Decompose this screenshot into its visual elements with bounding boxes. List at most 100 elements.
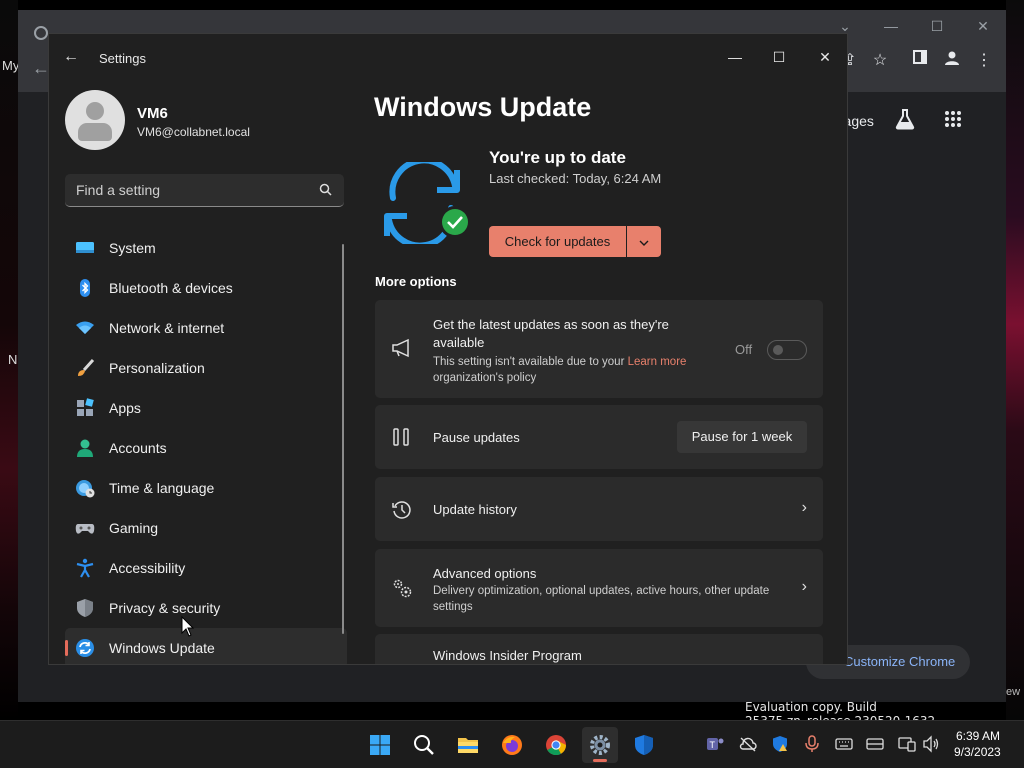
network-ethernet-icon[interactable] <box>866 735 884 753</box>
search-button[interactable] <box>406 727 442 763</box>
labs-flask-icon[interactable] <box>894 108 916 135</box>
page-title: Windows Update <box>374 92 592 122</box>
update-history-card[interactable]: Update history › <box>375 477 823 541</box>
sidebar-item-label: Windows Update <box>109 640 215 656</box>
avatar[interactable] <box>65 90 125 150</box>
close-button[interactable]: ✕ <box>805 42 845 72</box>
sidebar-item-label: Gaming <box>109 520 159 536</box>
paintbrush-icon <box>75 358 95 378</box>
sidebar-item-system[interactable]: System <box>65 228 347 268</box>
bluetooth-icon <box>75 278 95 298</box>
chrome-tab-favicon-icon <box>34 26 48 40</box>
windows-logo-icon <box>369 734 391 756</box>
svg-text:T: T <box>710 740 716 750</box>
chrome-profile-icon[interactable] <box>940 50 964 71</box>
sidebar-item-label: Bluetooth & devices <box>109 280 233 296</box>
sidebar-item-bluetooth[interactable]: Bluetooth & devices <box>65 268 347 308</box>
pause-icon <box>391 427 411 452</box>
search-icon[interactable] <box>319 183 332 201</box>
insider-program-card[interactable]: Windows Insider Program <box>375 634 823 664</box>
taskbar: T <box>0 720 1024 768</box>
gear-icon <box>589 734 611 756</box>
user-email: VM6@collabnet.local <box>137 125 250 139</box>
latest-updates-toggle[interactable] <box>767 340 807 360</box>
chrome-close-button[interactable]: ✕ <box>968 18 998 35</box>
globe-clock-icon <box>75 478 95 498</box>
chrome-bookmark-star-icon[interactable]: ☆ <box>868 50 892 70</box>
desktop-icon-label[interactable]: N <box>8 352 17 367</box>
update-history-title: Update history <box>433 502 517 517</box>
sidebar-item-label: System <box>109 240 156 256</box>
minimize-button[interactable]: — <box>715 42 755 72</box>
pause-for-1-week-button[interactable]: Pause for 1 week <box>677 421 807 453</box>
cloud-off-icon[interactable] <box>739 735 757 753</box>
mouse-cursor-icon <box>181 615 195 643</box>
sidebar-item-gaming[interactable]: Gaming <box>65 508 347 548</box>
keyboard-icon[interactable] <box>835 735 853 753</box>
clock-date[interactable]: 9/3/2023 <box>954 745 1001 759</box>
toggle-state-label: Off <box>735 342 753 357</box>
gamepad-icon <box>75 518 95 538</box>
gears-icon <box>391 577 413 604</box>
sidebar-item-label: Accounts <box>109 440 167 456</box>
search-input[interactable] <box>65 174 305 206</box>
chrome-minimize-button[interactable]: — <box>876 18 906 34</box>
sidebar-item-accounts[interactable]: Accounts <box>65 428 347 468</box>
advanced-options-title: Advanced options <box>433 566 537 581</box>
chrome-maximize-button[interactable]: ☐ <box>922 18 952 35</box>
microphone-icon[interactable] <box>803 735 821 753</box>
latest-updates-description: This setting isn't available due to your… <box>433 354 733 386</box>
selected-indicator <box>65 640 68 656</box>
learn-more-link[interactable]: Learn more <box>628 356 687 368</box>
clock-time[interactable]: 6:39 AM <box>956 729 1000 743</box>
sidebar-scrollbar[interactable] <box>342 244 344 634</box>
window-title: Settings <box>99 51 146 66</box>
desktop-icon-label[interactable]: My <box>2 58 19 73</box>
check-for-updates-button[interactable]: Check for updates <box>489 226 626 257</box>
latest-updates-card: Get the latest updates as soon as they'r… <box>375 300 823 398</box>
settings-button[interactable] <box>582 727 618 763</box>
file-explorer-button[interactable] <box>450 727 486 763</box>
firefox-icon <box>501 734 523 756</box>
advanced-options-desc: Delivery optimization, optional updates,… <box>433 585 770 613</box>
google-apps-icon[interactable] <box>944 110 962 133</box>
sidebar-item-personalization[interactable]: Personalization <box>65 348 347 388</box>
security-warning-icon[interactable] <box>771 735 789 753</box>
sidebar-item-accessibility[interactable]: Accessibility <box>65 548 347 588</box>
chevron-right-icon: › <box>801 578 807 595</box>
chrome-side-panel-icon[interactable] <box>908 50 932 69</box>
sidebar-item-label: Time & language <box>109 480 215 496</box>
customize-chrome-label: Customize Chrome <box>844 654 956 669</box>
volume-icon[interactable] <box>922 735 940 753</box>
sidebar-item-label: Personalization <box>109 360 205 376</box>
chrome-menu-icon[interactable]: ⋮ <box>972 50 996 70</box>
active-app-indicator <box>593 759 607 762</box>
sidebar-item-privacy[interactable]: Privacy & security <box>65 588 347 628</box>
check-updates-dropdown-button[interactable] <box>627 226 661 257</box>
sidebar-item-network[interactable]: Network & internet <box>65 308 347 348</box>
start-button[interactable] <box>362 727 398 763</box>
title-bar: ← Settings — ☐ ✕ <box>49 34 847 82</box>
chevron-right-icon: › <box>801 499 807 516</box>
user-name: VM6 <box>137 105 168 122</box>
back-arrow-icon[interactable]: ← <box>63 48 79 66</box>
chrome-button[interactable] <box>538 727 574 763</box>
sidebar-item-label: Accessibility <box>109 560 186 576</box>
sidebar-item-time-language[interactable]: Time & language <box>65 468 347 508</box>
sidebar-item-windows-update[interactable]: Windows Update <box>65 628 347 664</box>
display-icon[interactable] <box>898 735 916 753</box>
windows-update-icon <box>75 638 95 658</box>
maximize-button[interactable]: ☐ <box>759 42 799 72</box>
firefox-button[interactable] <box>494 727 530 763</box>
desktop-wallpaper-right <box>1006 0 1024 720</box>
megaphone-icon <box>391 338 413 363</box>
insider-program-title: Windows Insider Program <box>433 648 582 663</box>
chrome-icon <box>545 734 567 756</box>
sidebar-item-label: Apps <box>109 400 141 416</box>
latest-updates-title: Get the latest updates as soon as they'r… <box>433 317 669 350</box>
sidebar-item-apps[interactable]: Apps <box>65 388 347 428</box>
defender-button[interactable] <box>626 727 662 763</box>
teams-icon[interactable]: T <box>706 735 724 753</box>
advanced-options-card[interactable]: Advanced options Delivery optimization, … <box>375 549 823 627</box>
update-status-title: You're up to date <box>489 148 626 167</box>
